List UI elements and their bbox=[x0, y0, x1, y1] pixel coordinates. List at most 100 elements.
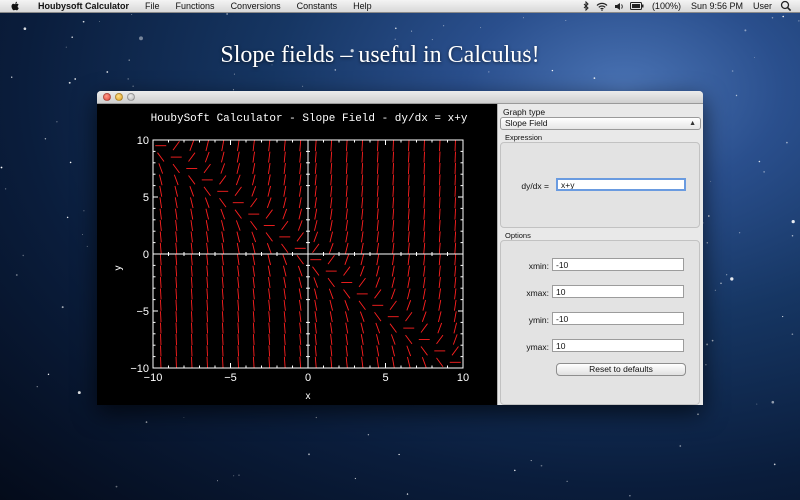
slope-segment bbox=[374, 289, 382, 299]
slope-segment bbox=[454, 174, 456, 186]
star bbox=[233, 475, 235, 477]
slope-segment bbox=[221, 220, 225, 231]
slope-segment bbox=[174, 197, 178, 209]
options-group-title: Options bbox=[505, 231, 531, 240]
slope-segment bbox=[206, 311, 209, 323]
slope-segment bbox=[376, 345, 380, 357]
star bbox=[798, 20, 800, 22]
slope-segment bbox=[375, 322, 381, 334]
star bbox=[302, 85, 304, 87]
bluetooth-icon[interactable] bbox=[583, 1, 590, 11]
menu-help[interactable]: Help bbox=[345, 0, 380, 13]
zoom-button[interactable] bbox=[127, 93, 135, 101]
star bbox=[15, 274, 18, 276]
graph-type-select[interactable]: Slope Field ▲ bbox=[500, 117, 701, 130]
slope-segment bbox=[454, 265, 457, 277]
slope-segment bbox=[236, 242, 240, 254]
battery-icon[interactable] bbox=[629, 2, 644, 10]
x-tick-label: 10 bbox=[457, 372, 469, 384]
apple-icon[interactable] bbox=[10, 0, 22, 12]
close-button[interactable] bbox=[103, 93, 111, 101]
slope-segment bbox=[405, 334, 413, 345]
slope-segment bbox=[376, 151, 379, 163]
slope-segment bbox=[159, 242, 162, 254]
slope-segment bbox=[268, 322, 271, 334]
xmax-input[interactable] bbox=[552, 285, 684, 298]
menu-file[interactable]: File bbox=[137, 0, 168, 13]
slope-segment bbox=[252, 356, 255, 368]
volume-icon[interactable] bbox=[614, 2, 624, 11]
slope-segment bbox=[438, 197, 441, 209]
slope-segment bbox=[252, 174, 256, 186]
clock[interactable]: Sun 9:56 PM bbox=[686, 0, 748, 13]
star bbox=[68, 81, 71, 84]
slope-segment bbox=[407, 185, 410, 197]
slope-segment bbox=[299, 151, 302, 163]
slope-segment bbox=[189, 186, 195, 197]
menu-conversions[interactable]: Conversions bbox=[223, 0, 289, 13]
slope-segment bbox=[252, 288, 255, 300]
slope-segment bbox=[345, 151, 348, 163]
slope-segment bbox=[345, 334, 348, 345]
slope-segment bbox=[407, 220, 410, 231]
slope-segment bbox=[359, 311, 365, 322]
slope-segment bbox=[391, 265, 395, 277]
slope-segment bbox=[407, 288, 411, 300]
menu-app-name[interactable]: Houbysoft Calculator bbox=[30, 0, 137, 13]
slope-segment bbox=[221, 254, 224, 266]
star bbox=[71, 36, 74, 39]
slope-segment bbox=[314, 311, 317, 323]
star bbox=[551, 69, 554, 72]
slope-segment bbox=[454, 231, 457, 243]
slope-segment bbox=[407, 174, 410, 186]
wifi-icon[interactable] bbox=[596, 2, 608, 11]
user-menu[interactable]: User bbox=[748, 0, 777, 13]
slope-segment bbox=[361, 231, 364, 243]
slope-segment bbox=[299, 174, 302, 186]
slope-segment bbox=[190, 197, 194, 209]
slope-segment bbox=[454, 220, 457, 231]
slope-segment bbox=[221, 322, 224, 334]
slope-segment bbox=[345, 185, 348, 197]
star bbox=[398, 453, 400, 456]
ymin-input[interactable] bbox=[552, 312, 684, 325]
slope-segment bbox=[376, 265, 380, 277]
slope-segment bbox=[438, 254, 441, 266]
slope-segment bbox=[175, 231, 178, 243]
slope-segment bbox=[252, 151, 255, 163]
slope-segment bbox=[329, 311, 333, 323]
slope-segment bbox=[407, 265, 410, 277]
window-titlebar[interactable] bbox=[97, 91, 703, 104]
slope-segment bbox=[407, 254, 410, 266]
slope-segment bbox=[360, 322, 364, 334]
slope-segment bbox=[345, 231, 349, 243]
slope-segment bbox=[313, 277, 319, 288]
reset-defaults-button[interactable]: Reset to defaults bbox=[556, 363, 686, 376]
slope-segment bbox=[191, 334, 193, 345]
star bbox=[731, 70, 734, 72]
slope-segment bbox=[206, 322, 209, 334]
menu-functions[interactable]: Functions bbox=[168, 0, 223, 13]
xmin-input[interactable] bbox=[552, 258, 684, 271]
slope-segment bbox=[360, 242, 364, 254]
menu-constants[interactable]: Constants bbox=[289, 0, 346, 13]
slope-segment bbox=[252, 299, 255, 311]
slope-segment bbox=[423, 185, 426, 197]
slope-segment bbox=[453, 322, 457, 334]
slope-segment bbox=[390, 334, 396, 345]
minimize-button[interactable] bbox=[115, 93, 123, 101]
ymax-input[interactable] bbox=[552, 339, 684, 352]
star bbox=[522, 17, 525, 19]
slope-segment bbox=[438, 220, 441, 231]
x-tick-label: 0 bbox=[305, 372, 311, 384]
slope-segment bbox=[234, 186, 242, 196]
slope-segment bbox=[454, 185, 456, 197]
slope-segment bbox=[439, 163, 441, 174]
star bbox=[411, 30, 413, 32]
spotlight-icon[interactable] bbox=[780, 0, 792, 12]
star bbox=[593, 77, 596, 79]
expression-input[interactable] bbox=[556, 178, 686, 191]
slope-segment bbox=[438, 242, 441, 254]
star bbox=[706, 343, 709, 346]
slope-segment bbox=[204, 197, 210, 208]
